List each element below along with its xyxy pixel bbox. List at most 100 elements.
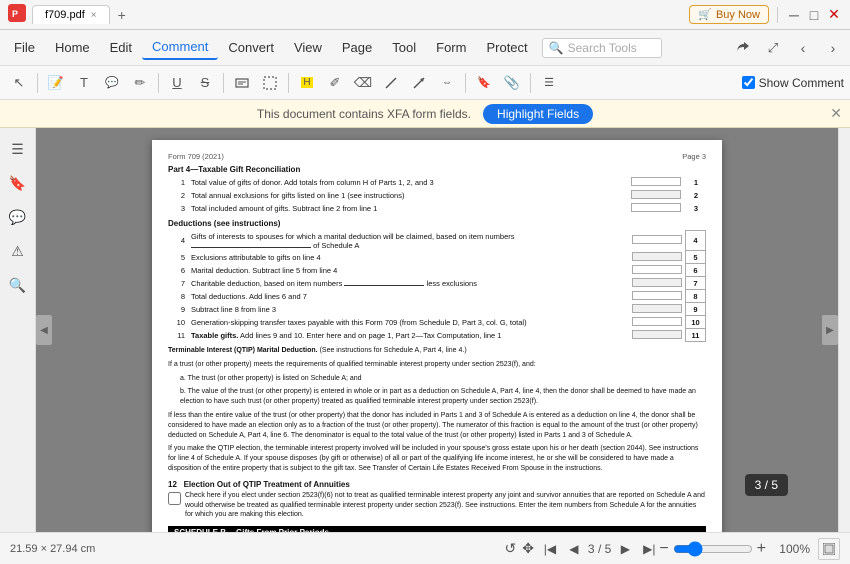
xfa-close-button[interactable]: ✕ [830,105,842,122]
maximize-button[interactable]: □ [806,7,822,23]
field-box-6[interactable] [632,265,682,274]
menu-home[interactable]: Home [45,36,100,59]
line12-header: 12 Election Out of QTIP Treatment of Ann… [168,480,706,489]
menu-page[interactable]: Page [332,36,382,59]
text-box-tool[interactable] [229,70,255,96]
stamp-tool[interactable]: 🔖 [471,70,497,96]
terminable-para2: If less than the entire value of the tru… [168,411,706,440]
field-box-4[interactable] [632,235,682,244]
deductions-title: Deductions (see instructions) [168,219,706,228]
share-button[interactable] [730,35,756,61]
menu-file[interactable]: File [4,36,45,59]
field-box-10[interactable] [632,317,682,326]
sidebar-search-icon[interactable]: 🔍 [5,272,31,298]
menu-right-controls: ⤢ ‹ › [730,35,846,61]
arrow-tool[interactable] [406,70,432,96]
menu-form[interactable]: Form [426,36,476,59]
nav-forward-button[interactable]: › [820,35,846,61]
expand-button[interactable]: ⤢ [760,35,786,61]
show-comment-toggle[interactable]: Show Comment [742,76,844,90]
row-label-7: 7 [686,277,706,290]
sidebar-bookmark-icon[interactable]: 🔖 [5,170,31,196]
close-button[interactable]: ✕ [826,7,842,23]
field-box-9[interactable] [632,304,682,313]
typewriter-tool[interactable]: ✏ [127,70,153,96]
zoom-slider[interactable] [673,541,753,557]
sidebar-alert-icon[interactable]: ⚠ [5,238,31,264]
rotate-tool[interactable]: ↺ [504,540,516,557]
pencil-tool[interactable]: ✐ [322,70,348,96]
line12-check-label: Check here if you elect under section 25… [185,491,706,520]
last-page-button[interactable]: ▶| [639,539,659,559]
field-box-2[interactable] [631,190,681,199]
sidebar-nav-icon[interactable]: ☰ [5,136,31,162]
menu-protect[interactable]: Protect [476,36,537,59]
nav-back-button[interactable]: ‹ [790,35,816,61]
total-pages: 5 [605,542,612,556]
field-box-7[interactable] [632,278,682,287]
area-tool[interactable] [257,70,283,96]
menu-convert[interactable]: Convert [218,36,284,59]
next-page-button[interactable]: ▶ [615,539,635,559]
table-row: 7 Charitable deduction, based on item nu… [168,277,706,290]
sidebar-comment-icon[interactable]: 💬 [5,204,31,230]
active-tab[interactable]: f709.pdf × [32,5,110,24]
menu-view[interactable]: View [284,36,332,59]
buy-now-button[interactable]: 🛒 Buy Now [689,5,769,24]
new-tab-button[interactable]: + [110,4,134,26]
field-box-3[interactable] [631,203,681,212]
callout-tool[interactable]: 💬 [99,70,125,96]
cursor-tool[interactable]: ↖ [6,70,32,96]
hand-tool[interactable]: ✥ [522,540,534,557]
minimize-button[interactable]: ─ [786,7,802,23]
zoom-area: − + 100% [659,538,840,560]
line12-check-row: Check here if you elect under section 25… [168,491,706,520]
xfa-banner: This document contains XFA form fields. … [0,100,850,128]
field-box-5[interactable] [632,252,682,261]
search-icon: 🔍 [549,41,564,55]
underline-tool[interactable]: U [164,70,190,96]
right-sidebar[interactable] [838,128,850,532]
scroll-right-arrow[interactable]: ▶ [822,315,838,345]
field-box-11[interactable] [632,330,682,339]
table-row: 4 Gifts of interests to spouses for whic… [168,231,706,251]
table-row: 3 Total included amount of gifts. Subtra… [168,202,706,215]
show-markup-tool[interactable]: ☰ [536,70,562,96]
pdf-viewer[interactable]: ◀ ▶ Form 709 (2021) Page 3 Part 4—Taxabl… [36,128,838,532]
strikeout-tool[interactable]: S [192,70,218,96]
highlight-fields-button[interactable]: Highlight Fields [483,104,593,124]
line-tool[interactable] [378,70,404,96]
menu-edit[interactable]: Edit [100,36,142,59]
line12-checkbox[interactable] [168,492,181,505]
prev-page-button[interactable]: ◀ [564,539,584,559]
field-box-1[interactable] [631,177,681,186]
zoom-out-button[interactable]: − [659,540,668,558]
charitable-field[interactable] [344,285,424,286]
sticky-note-tool[interactable]: 📝 [43,70,69,96]
attach-tool[interactable]: 📎 [499,70,525,96]
row-label-10: 10 [686,316,706,329]
menu-bar: File Home Edit Comment Convert View Page… [0,30,850,66]
field-box-8[interactable] [632,291,682,300]
eraser-tool[interactable]: ⌫ [350,70,376,96]
measure-tool[interactable]: ⇔ [434,70,460,96]
buy-now-label: Buy Now [716,9,760,21]
menu-comment[interactable]: Comment [142,35,218,60]
table-row: 1 Total value of gifts of donor. Add tot… [168,176,706,189]
search-tools[interactable]: 🔍 Search Tools [542,38,662,58]
text-note-tool[interactable]: T [71,70,97,96]
show-comment-checkbox[interactable] [742,76,755,89]
deductions-table: 4 Gifts of interests to spouses for whic… [168,230,706,342]
first-page-button[interactable]: |◀ [540,539,560,559]
svg-text:P: P [12,9,18,19]
highlight-tool[interactable]: H [294,70,320,96]
fit-page-button[interactable] [818,538,840,560]
zoom-in-button[interactable]: + [757,540,766,558]
xfa-message: This document contains XFA form fields. [257,107,471,121]
tab-close-icon[interactable]: × [91,10,97,21]
main-rows-table: 1 Total value of gifts of donor. Add tot… [168,176,706,215]
row-text: Total value of gifts of donor. Add total… [188,176,626,189]
menu-tool[interactable]: Tool [382,36,426,59]
item-numbers-field[interactable] [191,247,311,248]
scroll-left-arrow[interactable]: ◀ [36,315,52,345]
